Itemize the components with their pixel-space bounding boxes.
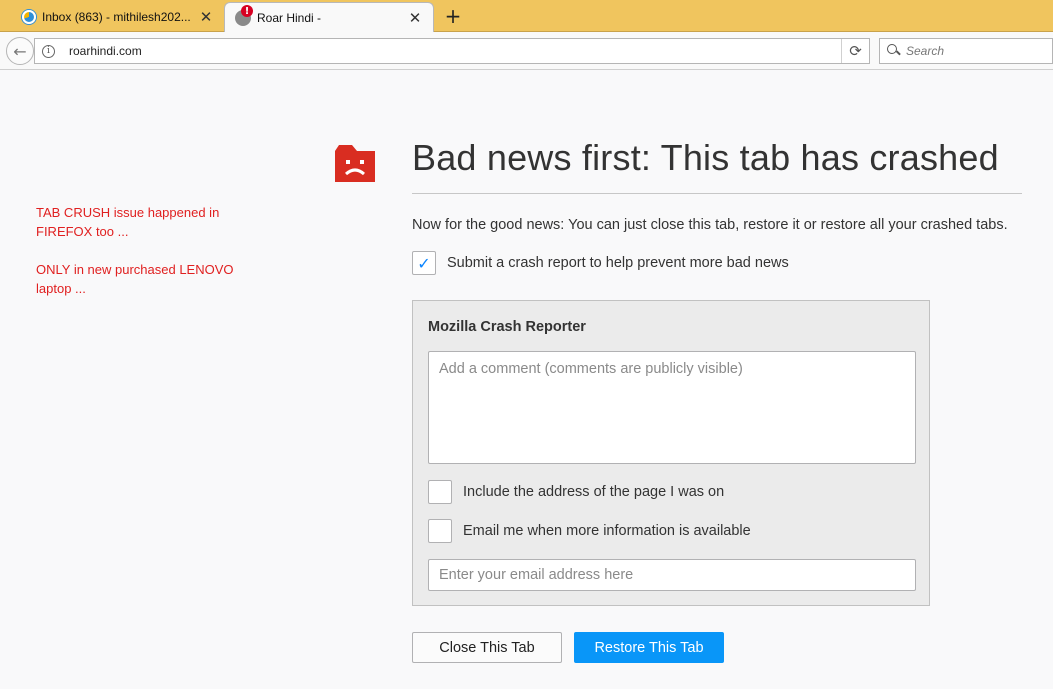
annotation-note-2: ONLY in new purchased LENOVO laptop ... (36, 262, 234, 296)
reporter-title: Mozilla Crash Reporter (428, 319, 586, 335)
crash-reporter-panel: Mozilla Crash Reporter Include the addre… (412, 300, 930, 606)
warning-badge-icon: ! (241, 5, 253, 17)
comment-field[interactable] (428, 351, 916, 464)
back-button[interactable]: ← (6, 37, 34, 65)
tab-label: Roar Hindi - (257, 11, 322, 25)
close-tab-icon[interactable]: ✕ (407, 9, 423, 27)
close-tab-button[interactable]: Close This Tab (412, 632, 562, 663)
tab-roar-hindi[interactable]: ! Roar Hindi - ✕ (224, 2, 434, 33)
url-text[interactable]: roarhindi.com (69, 44, 841, 58)
submit-report-row[interactable]: ✓ Submit a crash report to help prevent … (412, 251, 789, 275)
annotation-note-1: TAB CRUSH issue happened in FIREFOX too … (36, 205, 220, 239)
site-info-icon[interactable]: i (42, 44, 55, 58)
submit-report-label: Submit a crash report to help prevent mo… (447, 255, 789, 271)
reload-button[interactable]: ⟳ (841, 39, 869, 63)
email-me-checkbox[interactable] (428, 519, 452, 543)
page-title: Bad news first: This tab has crashed (412, 137, 999, 178)
email-field[interactable] (428, 559, 916, 591)
search-icon (887, 44, 901, 58)
tab-strip: Inbox (863) - mithilesh202... ✕ ! Roar H… (0, 0, 1053, 33)
close-tab-icon[interactable]: ✕ (198, 8, 214, 26)
include-url-label: Include the address of the page I was on (463, 484, 725, 500)
tab-inbox[interactable]: Inbox (863) - mithilesh202... ✕ (14, 2, 224, 32)
new-tab-button[interactable]: + (442, 4, 464, 28)
search-bar[interactable] (879, 38, 1053, 64)
url-bar[interactable]: i roarhindi.com ⟳ (34, 38, 870, 64)
good-news-text: Now for the good news: You can just clos… (412, 217, 1008, 233)
navigation-bar: i roarhindi.com ⟳ ← (0, 32, 1053, 70)
inbox-favicon-icon (22, 10, 36, 24)
email-me-label: Email me when more information is availa… (463, 523, 751, 539)
restore-tab-button[interactable]: Restore This Tab (574, 632, 724, 663)
crash-warning-favicon-icon: ! (235, 5, 253, 26)
email-me-row[interactable]: Email me when more information is availa… (428, 519, 751, 543)
tab-label: Inbox (863) - mithilesh202... (42, 10, 191, 24)
include-url-row[interactable]: Include the address of the page I was on (428, 480, 724, 504)
search-input[interactable] (906, 44, 1046, 58)
title-divider (412, 193, 1022, 194)
submit-report-checkbox[interactable]: ✓ (412, 251, 436, 275)
include-url-checkbox[interactable] (428, 480, 452, 504)
sad-folder-crash-icon (335, 145, 375, 182)
